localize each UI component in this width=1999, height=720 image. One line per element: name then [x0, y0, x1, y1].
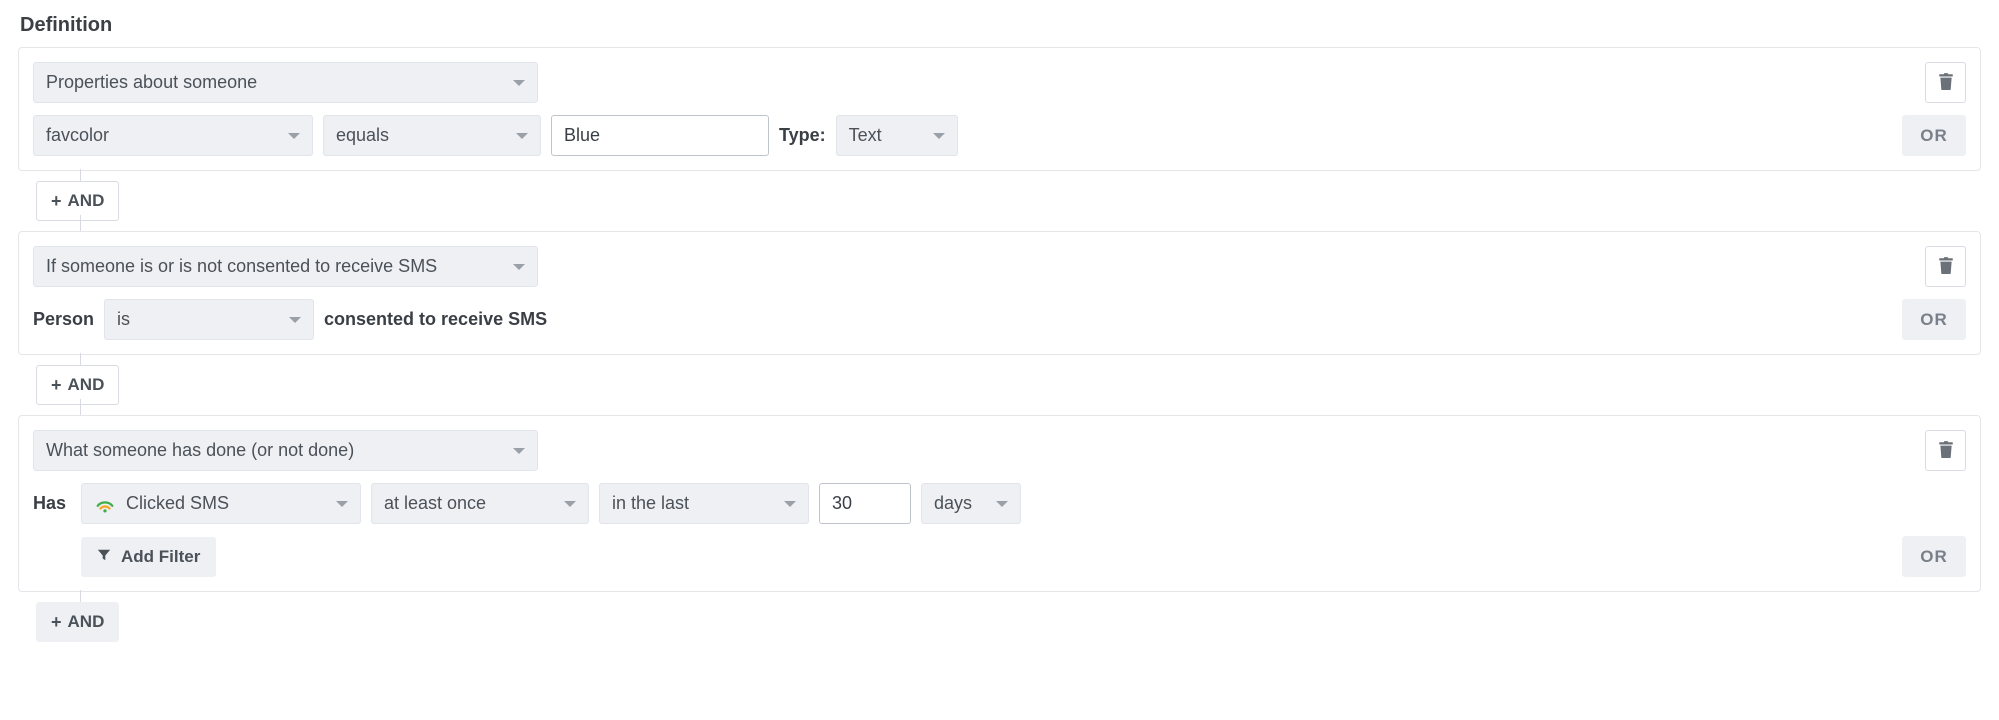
and-connector: + AND [58, 355, 1981, 415]
operator-select[interactable]: equals [323, 115, 541, 156]
condition-type-value: Properties about someone [46, 72, 257, 93]
condition-type-select[interactable]: If someone is or is not consented to rec… [33, 246, 538, 287]
has-label: Has [33, 493, 71, 514]
plus-icon: + [51, 376, 62, 394]
type-label: Type: [779, 125, 826, 146]
chevron-down-icon [996, 501, 1008, 507]
chevron-down-icon [784, 501, 796, 507]
and-connector: + AND [58, 592, 1981, 652]
and-connector: + AND [58, 171, 1981, 231]
and-button[interactable]: + AND [36, 365, 119, 405]
consent-suffix-label: consented to receive SMS [324, 309, 547, 330]
chevron-down-icon [336, 501, 348, 507]
plus-icon: + [51, 613, 62, 631]
value-input[interactable] [551, 115, 769, 156]
and-label: AND [68, 612, 105, 632]
and-label: AND [68, 191, 105, 211]
chevron-down-icon [513, 80, 525, 86]
condition-type-value: What someone has done (or not done) [46, 440, 354, 461]
chevron-down-icon [513, 264, 525, 270]
delete-group-button[interactable] [1925, 430, 1966, 471]
value-type-select[interactable]: Text [836, 115, 958, 156]
condition-type-value: If someone is or is not consented to rec… [46, 256, 437, 277]
chevron-down-icon [513, 448, 525, 454]
timeframe-select[interactable]: in the last [599, 483, 809, 524]
filter-icon [97, 547, 111, 567]
trash-icon [1938, 72, 1954, 93]
and-button[interactable]: + AND [36, 181, 119, 221]
is-isnot-select[interactable]: is [104, 299, 314, 340]
timeframe-value: in the last [612, 493, 689, 514]
timeframe-unit-select[interactable]: days [921, 483, 1021, 524]
and-label: AND [68, 375, 105, 395]
chevron-down-icon [289, 317, 301, 323]
trash-icon [1938, 256, 1954, 277]
or-button[interactable]: OR [1902, 115, 1966, 156]
is-isnot-value: is [117, 309, 130, 330]
event-source-icon [94, 493, 116, 515]
event-select[interactable]: Clicked SMS [81, 483, 361, 524]
delete-group-button[interactable] [1925, 246, 1966, 287]
property-value: favcolor [46, 125, 109, 146]
chevron-down-icon [564, 501, 576, 507]
timeframe-unit-value: days [934, 493, 972, 514]
and-button[interactable]: + AND [36, 602, 119, 642]
frequency-value: at least once [384, 493, 486, 514]
section-title: Definition [20, 14, 1981, 37]
or-button[interactable]: OR [1902, 536, 1966, 577]
add-filter-label: Add Filter [121, 547, 200, 567]
operator-value: equals [336, 125, 389, 146]
value-type-value: Text [849, 125, 882, 146]
condition-group: If someone is or is not consented to rec… [18, 231, 1981, 355]
condition-group: Properties about someone favcolor equals… [18, 47, 1981, 171]
chevron-down-icon [933, 133, 945, 139]
plus-icon: + [51, 192, 62, 210]
chevron-down-icon [516, 133, 528, 139]
or-button[interactable]: OR [1902, 299, 1966, 340]
definition-builder: Definition Properties about someone favc… [0, 0, 1999, 692]
trash-icon [1938, 440, 1954, 461]
property-select[interactable]: favcolor [33, 115, 313, 156]
chevron-down-icon [288, 133, 300, 139]
condition-group: What someone has done (or not done) Has [18, 415, 1981, 592]
condition-type-select[interactable]: What someone has done (or not done) [33, 430, 538, 471]
timeframe-number-input[interactable] [819, 483, 911, 524]
condition-type-select[interactable]: Properties about someone [33, 62, 538, 103]
add-filter-button[interactable]: Add Filter [81, 537, 216, 577]
frequency-select[interactable]: at least once [371, 483, 589, 524]
person-label: Person [33, 309, 94, 330]
event-value: Clicked SMS [126, 493, 229, 514]
delete-group-button[interactable] [1925, 62, 1966, 103]
